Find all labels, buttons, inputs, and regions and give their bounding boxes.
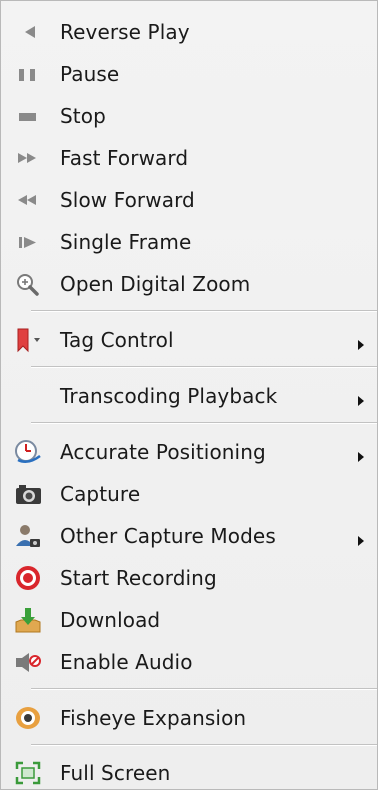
- context-menu: Reverse Play Pause Stop Fast Forward Slo…: [0, 0, 378, 790]
- menu-item-label: Full Screen: [60, 761, 171, 785]
- menu-item-label: Open Digital Zoom: [60, 272, 251, 296]
- menu-item-tag-control[interactable]: Tag Control: [1, 320, 377, 360]
- menu-item-label: Transcoding Playback: [60, 384, 278, 408]
- menu-item-label: Stop: [60, 104, 106, 128]
- submenu-arrow-icon: [357, 333, 365, 350]
- menu-separator: [31, 688, 377, 690]
- menu-item-stop[interactable]: Stop: [1, 96, 377, 136]
- menu-item-label: Start Recording: [60, 566, 217, 590]
- menu-item-fast-forward[interactable]: Fast Forward: [1, 138, 377, 178]
- menu-item-enable-audio[interactable]: Enable Audio: [1, 642, 377, 682]
- download-icon: [13, 606, 43, 634]
- clock-icon: [13, 438, 43, 466]
- menu-item-slow-forward[interactable]: Slow Forward: [1, 180, 377, 220]
- submenu-arrow-icon: [357, 445, 365, 462]
- stop-icon: [13, 102, 43, 130]
- fisheye-icon: [13, 704, 43, 732]
- reverse-play-icon: [13, 18, 43, 46]
- menu-item-label: Enable Audio: [60, 650, 193, 674]
- menu-item-open-digital-zoom[interactable]: Open Digital Zoom: [1, 264, 377, 304]
- fast-forward-icon: [13, 144, 43, 172]
- single-frame-icon: [13, 228, 43, 256]
- menu-item-start-recording[interactable]: Start Recording: [1, 558, 377, 598]
- submenu-arrow-icon: [357, 389, 365, 406]
- menu-item-label: Single Frame: [60, 230, 192, 254]
- menu-item-fisheye-expansion[interactable]: Fisheye Expansion: [1, 698, 377, 738]
- menu-item-capture[interactable]: Capture: [1, 474, 377, 514]
- submenu-arrow-icon: [357, 529, 365, 546]
- audio-muted-icon: [13, 648, 43, 676]
- menu-item-download[interactable]: Download: [1, 600, 377, 640]
- menu-item-single-frame[interactable]: Single Frame: [1, 222, 377, 262]
- menu-separator: [31, 744, 377, 746]
- menu-item-other-capture-modes[interactable]: Other Capture Modes: [1, 516, 377, 556]
- menu-item-accurate-positioning[interactable]: Accurate Positioning: [1, 432, 377, 472]
- camera-icon: [13, 480, 43, 508]
- fullscreen-icon: [13, 759, 43, 787]
- menu-item-label: Accurate Positioning: [60, 440, 266, 464]
- bookmark-tag-icon: [13, 326, 43, 354]
- pause-icon: [13, 60, 43, 88]
- zoom-icon: [13, 270, 43, 298]
- user-capture-icon: [13, 522, 43, 550]
- menu-item-label: Tag Control: [60, 328, 174, 352]
- menu-item-reverse-play[interactable]: Reverse Play: [1, 12, 377, 52]
- menu-item-transcoding-playback[interactable]: Transcoding Playback: [1, 376, 377, 416]
- menu-item-pause[interactable]: Pause: [1, 54, 377, 94]
- menu-item-label: Capture: [60, 482, 141, 506]
- menu-item-label: Other Capture Modes: [60, 524, 276, 548]
- menu-item-full-screen[interactable]: Full Screen: [1, 753, 377, 793]
- menu-separator: [31, 366, 377, 368]
- menu-item-label: Pause: [60, 62, 120, 86]
- menu-item-label: Download: [60, 608, 161, 632]
- menu-item-label: Fast Forward: [60, 146, 189, 170]
- menu-item-label: Reverse Play: [60, 20, 190, 44]
- menu-separator: [31, 310, 377, 312]
- menu-separator: [31, 422, 377, 424]
- menu-item-label: Slow Forward: [60, 188, 195, 212]
- slow-forward-icon: [13, 186, 43, 214]
- record-icon: [13, 564, 43, 592]
- menu-item-label: Fisheye Expansion: [60, 706, 247, 730]
